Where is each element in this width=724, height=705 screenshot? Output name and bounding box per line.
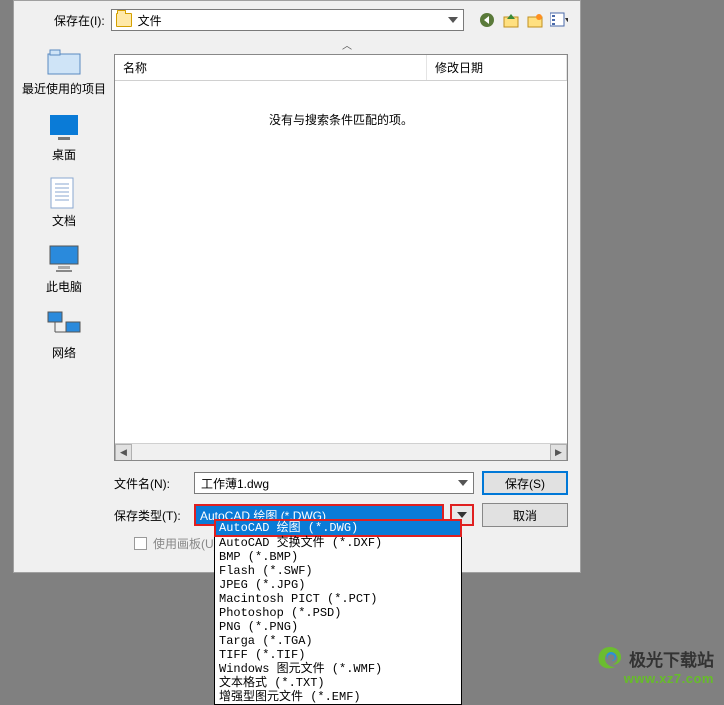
file-list-header: 名称 修改日期 xyxy=(115,55,567,81)
filename-input[interactable]: 工作薄1.dwg xyxy=(194,472,474,494)
sidebar-item-label: 网络 xyxy=(52,344,76,361)
chevron-down-icon[interactable] xyxy=(455,475,471,491)
filetype-option[interactable]: BMP (*.BMP) xyxy=(215,550,461,564)
sidebar-item-label: 文档 xyxy=(52,212,76,229)
toolbar-icons xyxy=(470,11,568,29)
places-sidebar: 最近使用的项目 桌面 文档 此电脑 xyxy=(14,35,114,461)
filetype-option[interactable]: Flash (*.SWF) xyxy=(215,564,461,578)
desktop-icon xyxy=(45,111,83,143)
location-dropdown[interactable]: 文件 xyxy=(111,9,464,31)
location-value: 文件 xyxy=(138,12,162,29)
chevron-down-icon[interactable] xyxy=(445,12,461,28)
save-button[interactable]: 保存(S) xyxy=(482,471,568,495)
sidebar-item-network[interactable]: 网络 xyxy=(45,309,83,361)
back-icon[interactable] xyxy=(478,11,496,29)
filetype-option[interactable]: Photoshop (*.PSD) xyxy=(215,606,461,620)
sidebar-item-recent[interactable]: 最近使用的项目 xyxy=(22,45,106,97)
use-artboard-label: 使用画板(U) xyxy=(153,535,218,552)
filetype-option[interactable]: AutoCAD 交换文件 (*.DXF) xyxy=(215,536,461,550)
column-name[interactable]: 名称 xyxy=(115,55,427,80)
empty-message: 没有与搜索条件匹配的项。 xyxy=(115,81,567,158)
network-icon xyxy=(45,309,83,341)
watermark: 极光下载站 www.xz7.com xyxy=(595,645,714,686)
horizontal-scrollbar[interactable]: ◀ ▶ xyxy=(115,443,567,460)
column-date[interactable]: 修改日期 xyxy=(427,55,567,80)
file-list[interactable]: 名称 修改日期 没有与搜索条件匹配的项。 ◀ ▶ xyxy=(114,54,568,461)
filetype-option[interactable]: PNG (*.PNG) xyxy=(215,620,461,634)
watermark-text: 极光下载站 xyxy=(629,646,714,671)
filename-label: 文件名(N): xyxy=(114,475,186,492)
folder-icon xyxy=(116,13,132,27)
save-in-label: 保存在(I): xyxy=(54,12,105,29)
filetype-option[interactable]: 文本格式 (*.TXT) xyxy=(215,676,461,690)
use-artboard-checkbox[interactable] xyxy=(134,537,147,550)
cancel-button[interactable]: 取消 xyxy=(482,503,568,527)
sort-indicator: ︿ xyxy=(114,35,580,54)
filetype-option[interactable]: Targa (*.TGA) xyxy=(215,634,461,648)
recent-icon xyxy=(45,45,83,77)
up-icon[interactable] xyxy=(502,11,520,29)
sidebar-item-desktop[interactable]: 桌面 xyxy=(45,111,83,163)
views-icon[interactable] xyxy=(550,11,568,29)
filetype-option[interactable]: Macintosh PICT (*.PCT) xyxy=(215,592,461,606)
watermark-logo-icon xyxy=(595,645,625,671)
filetype-option[interactable]: TIFF (*.TIF) xyxy=(215,648,461,662)
watermark-url: www.xz7.com xyxy=(595,671,714,686)
location-bar: 保存在(I): 文件 xyxy=(14,1,580,35)
sidebar-item-label: 此电脑 xyxy=(46,278,82,295)
filetype-option[interactable]: 增强型图元文件 (*.EMF) xyxy=(215,690,461,704)
filetype-option[interactable]: JPEG (*.JPG) xyxy=(215,578,461,592)
documents-icon xyxy=(45,177,83,209)
scroll-right-icon[interactable]: ▶ xyxy=(550,444,567,461)
filetype-label: 保存类型(T): xyxy=(114,507,186,524)
filetype-option[interactable]: AutoCAD 绘图 (*.DWG) xyxy=(214,519,462,537)
sidebar-item-computer[interactable]: 此电脑 xyxy=(45,243,83,295)
filetype-option[interactable]: Windows 图元文件 (*.WMF) xyxy=(215,662,461,676)
sidebar-item-label: 最近使用的项目 xyxy=(22,80,106,97)
sidebar-item-label: 桌面 xyxy=(52,146,76,163)
computer-icon xyxy=(45,243,83,275)
sidebar-item-documents[interactable]: 文档 xyxy=(45,177,83,229)
scroll-left-icon[interactable]: ◀ xyxy=(115,444,132,461)
new-folder-icon[interactable] xyxy=(526,11,544,29)
save-dialog: 保存在(I): 文件 xyxy=(13,0,581,573)
filetype-options-list[interactable]: AutoCAD 绘图 (*.DWG)AutoCAD 交换文件 (*.DXF)BM… xyxy=(214,519,462,705)
